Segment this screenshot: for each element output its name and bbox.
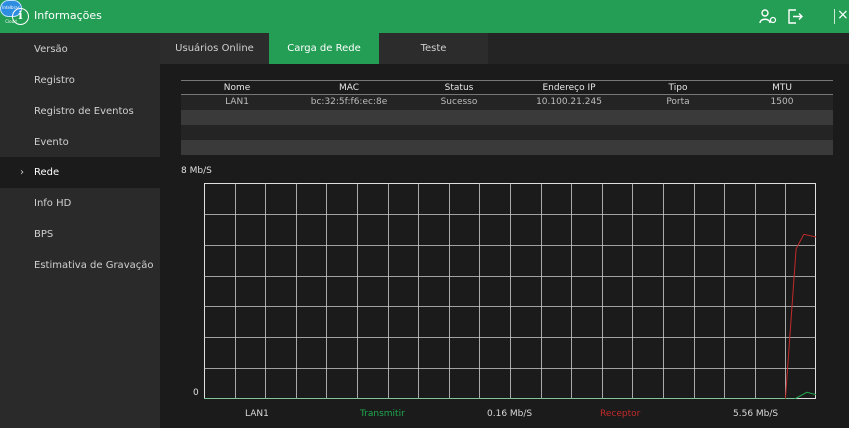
network-load-chart: [204, 183, 816, 399]
sidebar-item-estimativa-gravacao[interactable]: Estimativa de Gravação: [0, 250, 160, 281]
close-icon[interactable]: ×: [837, 7, 849, 23]
titlebar-divider: [834, 9, 835, 24]
table-row-empty: [181, 140, 833, 155]
sidebar-item-label: Registro de Eventos: [34, 106, 134, 117]
sidebar-item-registro-eventos[interactable]: Registro de Eventos: [0, 96, 160, 127]
sidebar-item-label: Evento: [34, 137, 69, 148]
column-header: Tipo: [668, 83, 688, 93]
table-cell: 10.100.21.245: [536, 97, 602, 107]
sidebar-item-label: Rede: [34, 167, 60, 178]
info-icon: i: [12, 8, 29, 25]
table-cell: LAN1: [225, 97, 249, 107]
legend-receive-label: Receptor: [600, 409, 641, 419]
sidebar-item-registro[interactable]: Registro: [0, 65, 160, 96]
legend-transmit-value: 0.16 Mb/S: [487, 409, 533, 419]
sidebar-item-label: BPS: [34, 229, 54, 240]
chevron-right-icon: ›: [20, 167, 24, 178]
network-table: Nome MAC Status Endereço IP Tipo MTU LAN…: [181, 80, 833, 155]
table-cell: bc:32:5f:f6:ec:8e: [310, 97, 388, 107]
sidebar-item-label: Versão: [34, 44, 68, 55]
title-bar: i Informações Intelbras Cloud ×: [0, 0, 849, 33]
table-cell: Sucesso: [440, 97, 478, 107]
legend-transmit-label: Transmitir: [360, 409, 405, 419]
sidebar-item-label: Info HD: [34, 198, 72, 209]
y-axis-min-label: 0: [193, 388, 199, 398]
table-row-empty: [181, 110, 833, 125]
tab-teste[interactable]: Teste: [379, 33, 488, 64]
window-title: Informações: [34, 9, 102, 22]
column-header: Nome: [223, 83, 251, 93]
y-axis-max-label: 8 Mb/S: [181, 166, 212, 176]
sidebar-item-label: Estimativa de Gravação: [34, 260, 154, 271]
sidebar-item-info-hd[interactable]: Info HD: [0, 188, 160, 219]
sidebar: Versão Registro Registro de Eventos Even…: [0, 33, 160, 428]
table-row-empty: [181, 125, 833, 140]
legend-interface: LAN1: [245, 409, 269, 419]
sidebar-item-rede[interactable]: › Rede: [0, 157, 160, 188]
column-header: MAC: [338, 83, 360, 93]
users-icon[interactable]: [759, 9, 777, 24]
column-header: MTU: [772, 83, 792, 93]
table-row[interactable]: LAN1 bc:32:5f:f6:ec:8e Sucesso 10.100.21…: [181, 95, 833, 110]
sidebar-item-label: Registro: [34, 75, 75, 86]
table-cell: 1500: [770, 97, 794, 107]
tab-carga-de-rede[interactable]: Carga de Rede: [269, 33, 379, 64]
column-header: Status: [444, 83, 474, 93]
column-header: Endereço IP: [542, 83, 596, 93]
table-header: Nome MAC Status Endereço IP Tipo MTU: [181, 80, 833, 95]
legend-receive-value: 5.56 Mb/S: [733, 409, 779, 419]
sidebar-item-evento[interactable]: Evento: [0, 127, 160, 158]
table-cell: Porta: [666, 97, 690, 107]
logout-icon[interactable]: [787, 9, 803, 24]
tab-bar: Usuários Online Carga de Rede Teste: [160, 33, 849, 64]
sidebar-item-versao[interactable]: Versão: [0, 34, 160, 65]
sidebar-item-bps[interactable]: BPS: [0, 219, 160, 250]
tab-usuarios-online[interactable]: Usuários Online: [160, 33, 269, 64]
